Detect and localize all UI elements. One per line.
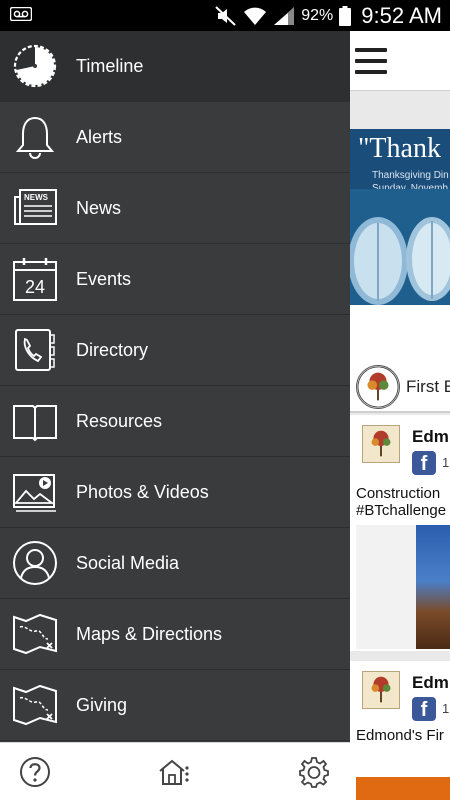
menu-item-alerts[interactable]: Alerts <box>0 102 350 173</box>
settings-icon[interactable] <box>298 756 330 788</box>
post-text: Edmond's Fir <box>356 727 444 744</box>
help-icon[interactable] <box>19 756 51 788</box>
post-author: Edm <box>412 427 449 446</box>
post-text: Construction #BTchallenge <box>356 485 447 519</box>
home-icon[interactable] <box>157 756 189 788</box>
menu-item-directory[interactable]: Directory <box>0 315 350 386</box>
menu-item-photos-videos[interactable]: Photos & Videos <box>0 457 350 528</box>
app-toolbar <box>350 31 450 91</box>
feed-post[interactable]: Edm f 1 Edmond's Fir <box>350 661 450 800</box>
menu-label: Maps & Directions <box>76 624 223 644</box>
book-icon <box>13 405 57 442</box>
map-icon <box>13 684 57 726</box>
post-author-avatar <box>362 425 400 463</box>
newspaper-icon: NEWS <box>14 189 57 225</box>
menu-label: News <box>76 198 122 218</box>
menu-item-resources[interactable]: Resources <box>0 386 350 457</box>
calendar-icon: 24 <box>13 258 57 301</box>
menu-item-maps-directions[interactable]: Maps & Directions <box>0 599 350 670</box>
post-image[interactable] <box>356 777 450 800</box>
bell-icon <box>15 116 55 159</box>
menu-label: Giving <box>76 695 128 715</box>
hamburger-menu-icon[interactable] <box>355 48 387 74</box>
event-banner[interactable]: "Thank Thanksgiving Din Sunday, Novemb <box>350 129 450 305</box>
menu-label: Timeline <box>76 56 144 76</box>
signal-icon <box>274 6 295 25</box>
wifi-icon <box>244 7 267 25</box>
post-count: 1 <box>442 455 450 470</box>
photos-videos-icon <box>13 474 56 512</box>
feed-post[interactable]: Edm f 1 Construction #BTchallenge <box>350 415 450 651</box>
menu-item-social-media[interactable]: Social Media <box>0 528 350 599</box>
battery-icon <box>339 5 352 26</box>
menu-label: Social Media <box>76 553 180 573</box>
post-count: 1 <box>442 701 450 716</box>
navigation-drawer: Timeline Alerts NEWS News 24 Events Dire… <box>0 31 350 800</box>
timeline-icon <box>13 44 57 88</box>
drawer-bottom-bar <box>0 742 350 800</box>
battery-percent: 92% <box>301 6 334 24</box>
svg-text:NEWS: NEWS <box>24 193 49 202</box>
church-logo <box>356 365 400 409</box>
menu-label: Alerts <box>76 127 123 147</box>
status-bar: 92% 9:52 AM <box>0 0 450 31</box>
frosted-leaves-image <box>350 189 450 305</box>
clock: 9:52 AM <box>361 2 442 28</box>
menu-label: Directory <box>76 340 149 360</box>
menu-item-news[interactable]: NEWS News <box>0 173 350 244</box>
menu-label: Events <box>76 269 132 289</box>
facebook-icon: f <box>412 697 436 721</box>
person-icon <box>13 541 57 585</box>
mute-icon <box>215 5 236 26</box>
menu-item-giving[interactable]: Giving <box>0 670 350 741</box>
map-icon <box>13 613 57 655</box>
menu-label: Resources <box>76 411 163 431</box>
main-content: "Thank Thanksgiving Din Sunday, Novemb F… <box>350 31 450 800</box>
phonebook-icon <box>15 329 55 371</box>
banner-title: "Thank <box>358 133 441 164</box>
facebook-icon: f <box>412 451 436 475</box>
church-header[interactable]: First E <box>350 361 450 413</box>
menu-item-events[interactable]: 24 Events <box>0 244 350 315</box>
menu-label: Photos & Videos <box>76 482 209 502</box>
church-name: First E <box>406 377 450 396</box>
post-author: Edm <box>412 673 449 692</box>
voicemail-icon <box>10 7 32 21</box>
menu-item-timeline[interactable]: Timeline <box>0 31 350 102</box>
post-image[interactable] <box>356 525 450 649</box>
svg-text:24: 24 <box>25 277 45 297</box>
post-author-avatar <box>362 671 400 709</box>
